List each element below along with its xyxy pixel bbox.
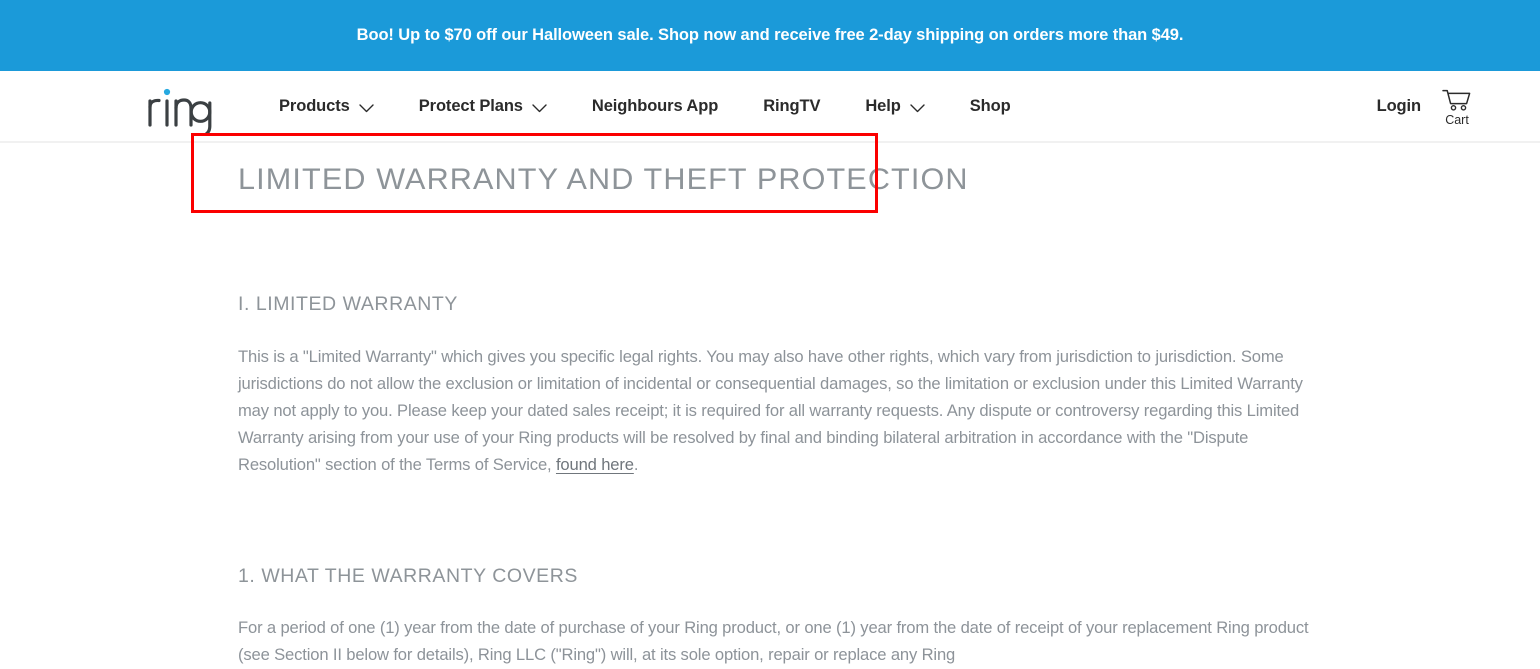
nav-item-products[interactable]: Products (279, 97, 374, 116)
paragraph-limited-warranty: This is a "Limited Warranty" which gives… (238, 316, 1313, 479)
ring-logo[interactable] (145, 81, 229, 133)
main-navigation-bar: Products Protect Plans Neighbours App Ri… (0, 71, 1540, 143)
nav-item-help[interactable]: Help (865, 96, 925, 116)
login-link[interactable]: Login (1377, 97, 1422, 116)
nav-item-label: Protect Plans (418, 96, 523, 115)
nav-item-neighbours-app[interactable]: Neighbours App (592, 97, 718, 116)
section-heading-limited-warranty: I. LIMITED WARRANTY (238, 293, 458, 315)
nav-item-label: Shop (969, 96, 1011, 115)
nav-item-ringtv[interactable]: RingTV (763, 97, 820, 116)
nav-item-label: Help (865, 96, 901, 115)
promo-banner: Boo! Up to $70 off our Halloween sale. S… (0, 0, 1540, 71)
section-heading-what-the-warranty-covers: 1. WHAT THE WARRANTY COVERS (238, 564, 578, 587)
chevron-down-icon (532, 103, 547, 113)
nav-item-label: Neighbours App (591, 96, 719, 115)
nav-item-label: RingTV (763, 96, 821, 115)
nav-item-label: Products (279, 96, 350, 115)
nav-item-protect-plans[interactable]: Protect Plans (419, 97, 547, 116)
chevron-down-icon (359, 103, 374, 113)
paragraph-text-before-link: This is a "Limited Warranty" which gives… (238, 347, 1303, 475)
chevron-down-icon (910, 103, 925, 113)
primary-nav-links: Products Protect Plans Neighbours App Ri… (279, 71, 1011, 141)
logo-dot (163, 88, 171, 96)
page-title: LIMITED WARRANTY AND THEFT PROTECTION (238, 163, 969, 196)
cart-label: Cart (1445, 113, 1469, 127)
shopping-cart-icon (1442, 89, 1472, 114)
nav-item-shop[interactable]: Shop (970, 97, 1011, 116)
paragraph-what-the-warranty-covers: For a period of one (1) year from the da… (238, 618, 1309, 665)
nav-utilities: Login Cart (1377, 71, 1472, 141)
page-content: LIMITED WARRANTY AND THEFT PROTECTION I.… (0, 141, 1540, 669)
cart-button[interactable]: Cart (1442, 89, 1472, 127)
found-here-link[interactable]: found here (556, 455, 634, 474)
promo-banner-text: Boo! Up to $70 off our Halloween sale. S… (356, 26, 1184, 44)
paragraph-text-after-link: . (633, 455, 639, 475)
